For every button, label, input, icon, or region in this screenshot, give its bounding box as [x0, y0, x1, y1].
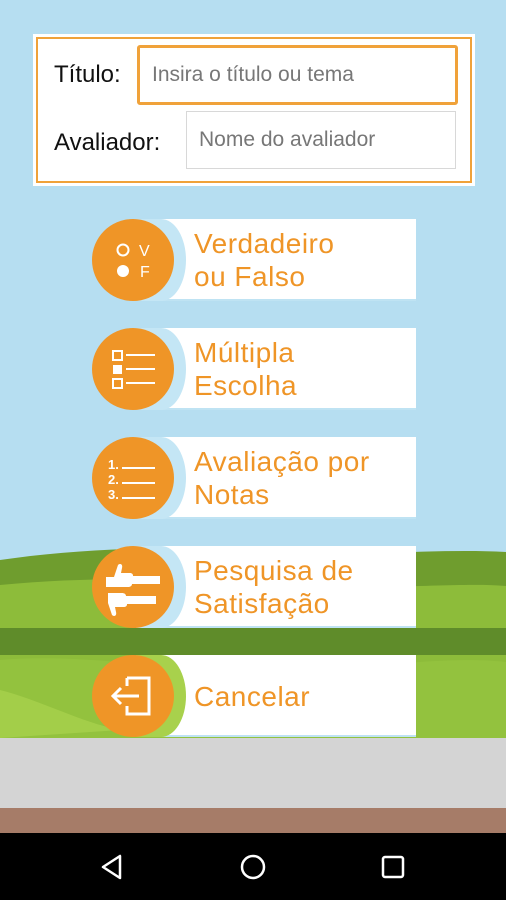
- multiple-choice-button[interactable]: Múltipla Escolha: [92, 328, 416, 410]
- option-label: Pesquisa de Satisfação: [194, 552, 414, 622]
- soil-band: [0, 808, 506, 833]
- grades-evaluation-button[interactable]: 1. 2. 3. Avaliação por Notas: [92, 437, 416, 519]
- cancel-button[interactable]: Cancelar: [92, 655, 416, 737]
- true-false-icon: V F: [92, 219, 174, 301]
- svg-text:3.: 3.: [108, 487, 119, 502]
- svg-text:1.: 1.: [108, 457, 119, 472]
- option-label-line2: Notas: [194, 479, 270, 510]
- option-label: Verdadeiro ou Falso: [194, 225, 414, 295]
- evaluation-form: Título: Insira o título ou tema Avaliado…: [33, 34, 475, 186]
- option-label: Múltipla Escolha: [194, 334, 414, 404]
- option-label-line1: Avaliação por: [194, 446, 370, 477]
- title-label: Título:: [54, 61, 121, 88]
- multiple-choice-icon: [92, 328, 174, 410]
- true-option-letter: V: [139, 243, 150, 260]
- title-input[interactable]: Insira o título ou tema: [137, 45, 458, 105]
- option-label-line2: Escolha: [194, 370, 298, 401]
- form-border: Título: Insira o título ou tema Avaliado…: [36, 37, 472, 183]
- option-label-line1: Pesquisa de: [194, 555, 354, 586]
- satisfaction-survey-button[interactable]: Pesquisa de Satisfação: [92, 546, 416, 628]
- option-label-line1: Cancelar: [194, 680, 311, 712]
- system-navigation-bar: [0, 833, 506, 900]
- exit-icon: [92, 655, 174, 737]
- recent-square-icon[interactable]: [373, 847, 413, 887]
- option-label: Cancelar: [194, 661, 414, 731]
- road-band: [0, 738, 506, 808]
- thumbs-icon: [92, 546, 174, 628]
- option-label-line2: ou Falso: [194, 261, 306, 292]
- evaluator-input[interactable]: Nome do avaliador: [186, 111, 456, 169]
- false-option-letter: F: [140, 264, 150, 281]
- option-label: Avaliação por Notas: [194, 443, 414, 513]
- true-false-button[interactable]: V F Verdadeiro ou Falso: [92, 219, 416, 301]
- svg-text:2.: 2.: [108, 472, 119, 487]
- home-circle-icon[interactable]: [233, 847, 273, 887]
- option-label-line1: Verdadeiro: [194, 228, 335, 259]
- back-triangle-icon[interactable]: [93, 847, 133, 887]
- numbered-list-icon: 1. 2. 3.: [92, 437, 174, 519]
- option-label-line1: Múltipla: [194, 337, 295, 368]
- option-label-line2: Satisfação: [194, 588, 330, 619]
- evaluator-label: Avaliador:: [54, 129, 161, 156]
